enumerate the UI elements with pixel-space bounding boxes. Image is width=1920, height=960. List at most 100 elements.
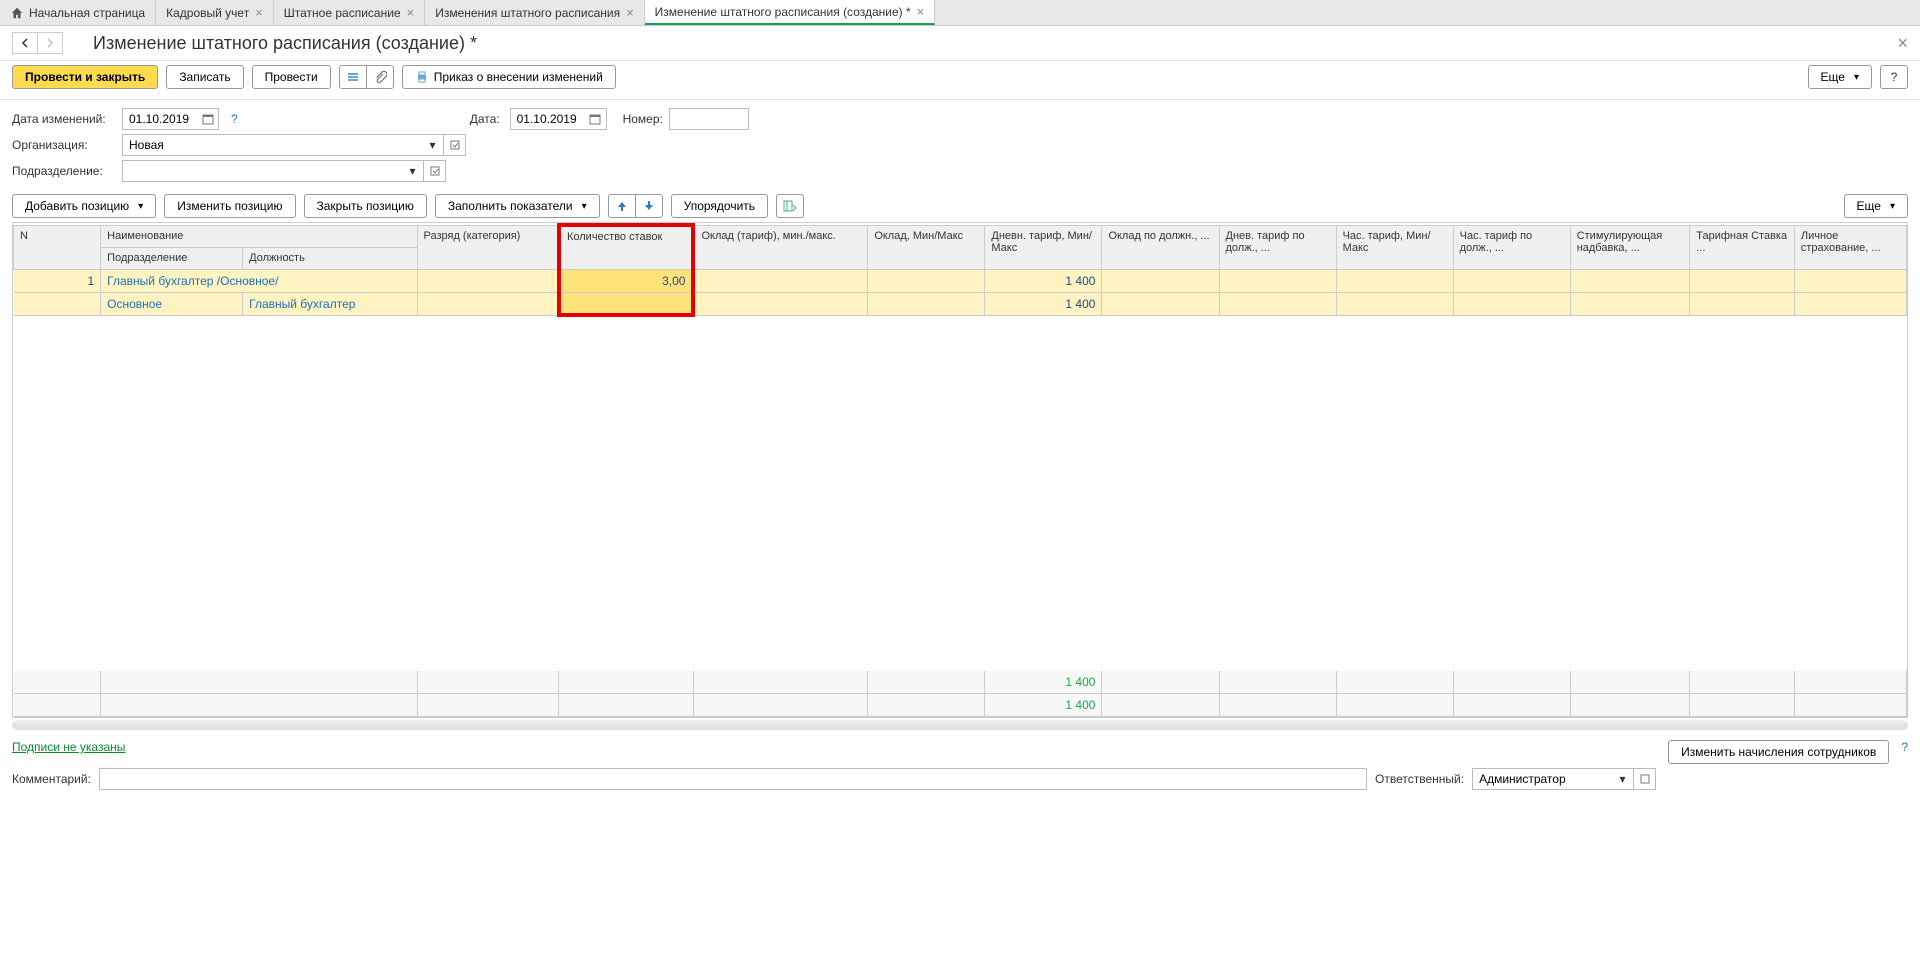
close-page-button[interactable]: ×	[1897, 33, 1908, 54]
col-hourly-minmax[interactable]: Час. тариф, Мин/Макс	[1336, 225, 1453, 269]
sort-button[interactable]: Упорядочить	[671, 194, 768, 218]
col-salary[interactable]: Оклад (тариф), мин./макс.	[693, 225, 867, 269]
tab-bar: Начальная страница Кадровый учет × Штатн…	[0, 0, 1920, 26]
nav-back-button[interactable]	[12, 32, 38, 54]
change-accruals-button[interactable]: Изменить начисления сотрудников	[1668, 740, 1889, 764]
post-and-close-button[interactable]: Провести и закрыть	[12, 65, 158, 89]
col-daily-by-pos[interactable]: Днев. тариф по долж., ...	[1219, 225, 1336, 269]
attach-button[interactable]	[366, 65, 394, 89]
dropdown-icon[interactable]: ▾	[1612, 768, 1634, 790]
col-salary-by-pos[interactable]: Оклад по должн., ...	[1102, 225, 1219, 269]
cell-grade	[417, 269, 559, 292]
register-records-button[interactable]	[339, 65, 367, 89]
close-icon[interactable]: ×	[626, 5, 634, 20]
change-date-label: Дата изменений:	[12, 112, 116, 126]
open-icon[interactable]	[1634, 768, 1656, 790]
col-insurance[interactable]: Личное страхование, ...	[1794, 225, 1906, 269]
help-button[interactable]: ?	[1880, 65, 1908, 89]
nav-forward-button[interactable]	[37, 32, 63, 54]
comment-input[interactable]	[99, 768, 1367, 790]
col-subdiv[interactable]: Подразделение	[101, 247, 243, 269]
more-button[interactable]: Еще	[1808, 65, 1872, 89]
col-position[interactable]: Должность	[243, 247, 417, 269]
edit-position-button[interactable]: Изменить позицию	[164, 194, 295, 218]
table-row[interactable]: Основное Главный бухгалтер 1 400	[14, 292, 1907, 315]
horizontal-scrollbar[interactable]	[12, 720, 1908, 730]
subdiv-label: Подразделение:	[12, 164, 116, 178]
tab-home[interactable]: Начальная страница	[0, 0, 156, 25]
cell-daily: 1 400	[985, 269, 1102, 292]
col-grade[interactable]: Разряд (категория)	[417, 225, 559, 269]
tab-label: Штатное расписание	[284, 6, 401, 20]
form-header: Дата изменений: ? Дата: Номер: Организац…	[0, 100, 1920, 190]
tab-staff[interactable]: Штатное расписание ×	[274, 0, 425, 25]
move-down-button[interactable]	[635, 194, 663, 218]
title-bar: Изменение штатного расписания (создание)…	[0, 26, 1920, 61]
totals-row: 1 400	[14, 694, 1907, 717]
close-icon[interactable]: ×	[255, 5, 263, 20]
main-toolbar: Провести и закрыть Записать Провести При…	[0, 61, 1920, 100]
cell-name: Главный бухгалтер /Основное/	[101, 269, 417, 292]
cell-count-2	[559, 292, 694, 315]
number-input[interactable]	[669, 108, 749, 130]
close-position-button[interactable]: Закрыть позицию	[304, 194, 427, 218]
col-daily-minmax[interactable]: Дневн. тариф, Мин/Макс	[985, 225, 1102, 269]
page-title: Изменение штатного расписания (создание)…	[93, 33, 477, 54]
help-link[interactable]: ?	[231, 112, 238, 126]
signatures-link[interactable]: Подписи не указаны	[12, 740, 125, 754]
totals-row: 1 400	[14, 671, 1907, 694]
col-name[interactable]: Наименование	[101, 225, 417, 247]
calendar-icon[interactable]	[585, 108, 607, 130]
attach-group	[339, 65, 394, 89]
tab-hr[interactable]: Кадровый учет ×	[156, 0, 274, 25]
save-button[interactable]: Записать	[166, 65, 243, 89]
tab-edit[interactable]: Изменение штатного расписания (создание)…	[645, 0, 936, 25]
org-label: Организация:	[12, 138, 116, 152]
post-button[interactable]: Провести	[252, 65, 331, 89]
move-up-button[interactable]	[608, 194, 636, 218]
number-label: Номер:	[623, 112, 663, 126]
cell-daily-2: 1 400	[985, 292, 1102, 315]
print-order-label: Приказ о внесении изменений	[434, 70, 603, 84]
org-input[interactable]	[122, 134, 422, 156]
total-daily-1: 1 400	[985, 671, 1102, 694]
date-input[interactable]	[510, 108, 585, 130]
fill-indicators-button[interactable]: Заполнить показатели	[435, 194, 600, 218]
col-bonus[interactable]: Стимулирующая надбавка, ...	[1570, 225, 1690, 269]
col-hourly-by-pos[interactable]: Час. тариф по долж., ...	[1453, 225, 1570, 269]
cell-n: 1	[14, 269, 101, 292]
add-position-button[interactable]: Добавить позицию	[12, 194, 156, 218]
cell-salary	[693, 269, 867, 292]
tab-changes[interactable]: Изменения штатного расписания ×	[425, 0, 644, 25]
cell-position: Главный бухгалтер	[243, 292, 417, 315]
col-n[interactable]: N	[14, 225, 101, 269]
home-icon	[10, 6, 24, 20]
cell-count[interactable]: 3,00	[559, 269, 694, 292]
close-icon[interactable]: ×	[917, 4, 925, 19]
calendar-icon[interactable]	[197, 108, 219, 130]
subdiv-input[interactable]	[122, 160, 402, 182]
open-icon[interactable]	[424, 160, 446, 182]
grid: N Наименование Разряд (категория) Количе…	[12, 222, 1908, 718]
col-count[interactable]: Количество ставок	[559, 225, 694, 269]
columns-settings-button[interactable]	[776, 194, 804, 218]
close-icon[interactable]: ×	[407, 5, 415, 20]
open-icon[interactable]	[444, 134, 466, 156]
grid-more-button[interactable]: Еще	[1844, 194, 1908, 218]
help-link[interactable]: ?	[1901, 740, 1908, 764]
total-daily-2: 1 400	[985, 694, 1102, 717]
tab-label: Начальная страница	[29, 6, 145, 20]
print-order-button[interactable]: Приказ о внесении изменений	[402, 65, 616, 89]
table-row[interactable]: 1 Главный бухгалтер /Основное/ 3,00 1 40…	[14, 269, 1907, 292]
cell-salary-minmax	[868, 269, 985, 292]
change-date-input[interactable]	[122, 108, 197, 130]
col-tariff-rate[interactable]: Тарифная Ставка ...	[1690, 225, 1795, 269]
dropdown-icon[interactable]: ▾	[422, 134, 444, 156]
responsible-label: Ответственный:	[1375, 772, 1464, 786]
tab-label: Изменения штатного расписания	[435, 6, 620, 20]
col-salary-minmax[interactable]: Оклад, Мин/Макс	[868, 225, 985, 269]
responsible-input[interactable]	[1472, 768, 1612, 790]
cell-subdiv: Основное	[101, 292, 243, 315]
dropdown-icon[interactable]: ▾	[402, 160, 424, 182]
print-icon	[415, 70, 429, 84]
